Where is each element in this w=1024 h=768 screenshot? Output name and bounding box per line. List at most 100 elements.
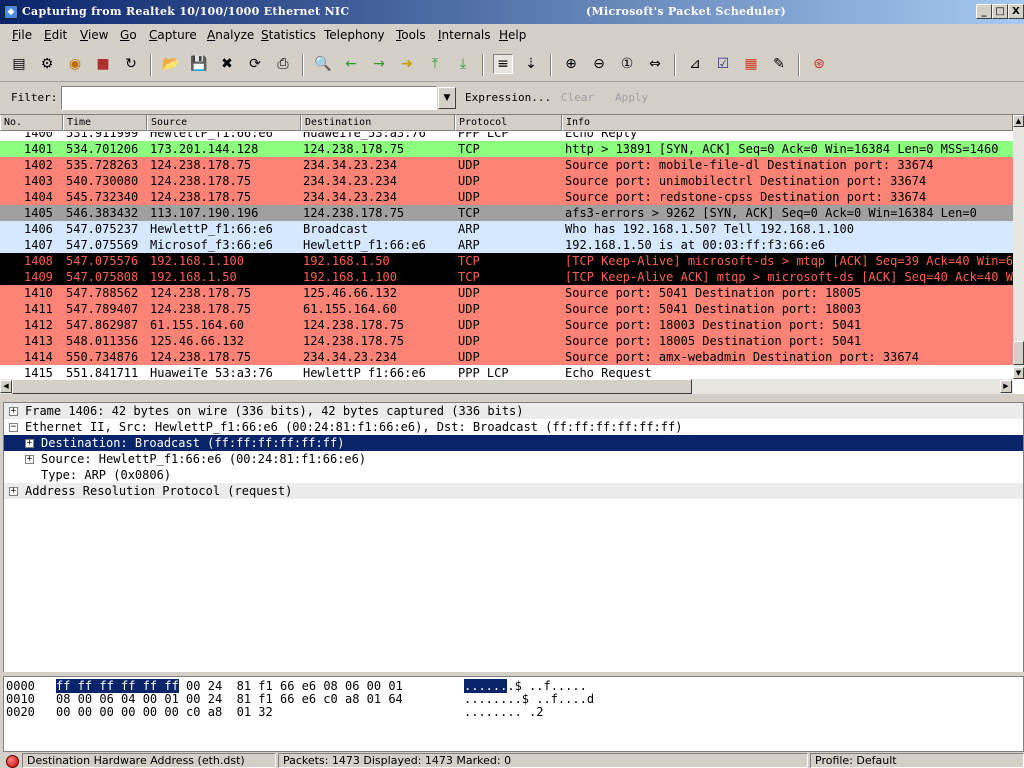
help-icon[interactable]: ⊛: [809, 54, 829, 74]
back-icon[interactable]: ←: [341, 54, 361, 74]
find-icon[interactable]: 🔍: [313, 54, 333, 74]
expert-info-led-icon[interactable]: [6, 755, 19, 768]
packet-row[interactable]: 1414 550.734876 124.238.178.75 234.34.23.23…: [0, 349, 1013, 365]
packet-row[interactable]: 1409 547.075808 192.168.1.50 192.168.1.100 T…: [0, 269, 1013, 285]
colorize-icon[interactable]: ≡: [493, 54, 513, 74]
hex-offset: 0000: [6, 679, 35, 693]
collapse-icon[interactable]: −: [9, 423, 18, 432]
title-bar[interactable]: ◆ Capturing from Realtek 10/100/1000 Eth…: [0, 0, 1024, 24]
scroll-right-arrow-icon[interactable]: ▶: [1000, 380, 1012, 393]
stop-icon[interactable]: ■: [93, 54, 113, 74]
expand-icon[interactable]: +: [25, 455, 34, 464]
close-button[interactable]: X: [1008, 4, 1024, 19]
status-profile[interactable]: Profile: Default: [810, 753, 1024, 768]
coloring-rules-icon[interactable]: ▦: [741, 54, 761, 74]
packet-row[interactable]: 1407 547.075569 Microsof_f3:66:e6 HewlettP_…: [0, 237, 1013, 253]
scroll-down-arrow-icon[interactable]: ▼: [1013, 367, 1024, 379]
packet-row[interactable]: 1408 547.075576 192.168.1.100 192.168.1.50 T…: [0, 253, 1013, 269]
packet-row[interactable]: 1401 534.701206 173.201.144.128 124.238.178…: [0, 141, 1013, 157]
packet-row[interactable]: 1413 548.011356 125.46.66.132 124.238.178.7…: [0, 333, 1013, 349]
menu-capture[interactable]: Capture: [149, 28, 197, 42]
filter-dropdown-button[interactable]: ▼: [438, 87, 456, 109]
packet-list-horizontal-scrollbar[interactable]: ◀ ▶: [0, 379, 1013, 394]
zoom-in-icon[interactable]: ⊕: [561, 54, 581, 74]
menu-go[interactable]: Go: [120, 28, 137, 42]
preferences-icon[interactable]: ✎: [769, 54, 789, 74]
packet-details-tree[interactable]: + Frame 1406: 42 bytes on wire (336 bits)…: [3, 402, 1024, 674]
hex-dump-row[interactable]: 0020 00 00 00 00 00 00 c0 a8 01 32.......…: [6, 705, 1021, 719]
expand-icon[interactable]: +: [9, 487, 18, 496]
normal-size-icon[interactable]: ①: [617, 54, 637, 74]
packet-protocol: UDP: [458, 286, 480, 300]
packet-row[interactable]: 1404 545.732340 124.238.178.75 234.34.23.23…: [0, 189, 1013, 205]
packet-row[interactable]: 1400 531.911999 HewlettP_f1:66:e6 HuaweiTe_…: [0, 132, 1013, 141]
interfaces-icon[interactable]: ▤: [9, 54, 29, 74]
reload-icon[interactable]: ⟳: [245, 54, 265, 74]
menu-analyze[interactable]: Analyze: [207, 28, 254, 42]
pane-splitter[interactable]: [0, 394, 1024, 400]
packet-row[interactable]: 1403 540.730080 124.238.178.75 234.34.23.23…: [0, 173, 1013, 189]
goto-icon[interactable]: ➜: [397, 54, 417, 74]
packet-list-vertical-scrollbar[interactable]: ▲ ▼: [1013, 115, 1024, 379]
last-packet-icon[interactable]: ⤓: [453, 54, 473, 74]
vertical-scroll-thumb[interactable]: [1013, 341, 1024, 365]
packet-row[interactable]: 1415 551.841711 HuaweiTe_53:a3:76 HewlettP_…: [0, 365, 1013, 379]
expand-icon[interactable]: +: [25, 439, 34, 448]
scroll-up-arrow-icon[interactable]: ▲: [1013, 115, 1024, 127]
print-icon[interactable]: ⎙: [273, 54, 293, 74]
minimize-button[interactable]: _: [976, 4, 992, 19]
menu-internals[interactable]: Internals: [438, 28, 491, 42]
packet-row[interactable]: 1402 535.728263 124.238.178.75 234.34.23.23…: [0, 157, 1013, 173]
maximize-button[interactable]: □: [992, 4, 1008, 19]
detail-tree-item[interactable]: Type: ARP (0x0806): [4, 467, 1023, 483]
packet-row[interactable]: 1411 547.789407 124.238.178.75 61.155.164.6…: [0, 301, 1013, 317]
save-icon[interactable]: 💾: [189, 54, 209, 74]
menu-file[interactable]: File: [12, 28, 32, 42]
packet-row[interactable]: 1406 547.075237 HewlettP_f1:66:e6 Broadcast…: [0, 221, 1013, 237]
column-header-info[interactable]: Info: [562, 115, 1013, 131]
filter-input[interactable]: [61, 86, 437, 110]
column-header-destination[interactable]: Destination: [301, 115, 455, 131]
hex-offset: 0020: [6, 705, 35, 719]
menu-tools[interactable]: Tools: [396, 28, 426, 42]
first-packet-icon[interactable]: ⤒: [425, 54, 445, 74]
detail-tree-item[interactable]: − Ethernet II, Src: HewlettP_f1:66:e6 (00…: [4, 419, 1023, 435]
apply-button[interactable]: Apply: [615, 91, 648, 104]
expand-icon[interactable]: +: [9, 407, 18, 416]
display-filters-icon[interactable]: ☑: [713, 54, 733, 74]
packet-row[interactable]: 1410 547.788562 124.238.178.75 125.46.66.13…: [0, 285, 1013, 301]
expression-button[interactable]: Expression...: [465, 91, 551, 104]
packet-bytes-pane[interactable]: 0000 ff ff ff ff ff ff 00 24 81 f1 66 e6 …: [3, 676, 1024, 752]
menu-telephony[interactable]: Telephony: [324, 28, 385, 42]
menu-help[interactable]: Help: [499, 28, 526, 42]
autoscroll-icon[interactable]: ⇣: [521, 54, 541, 74]
detail-tree-item[interactable]: + Frame 1406: 42 bytes on wire (336 bits)…: [4, 403, 1023, 419]
scroll-left-arrow-icon[interactable]: ◀: [0, 380, 12, 393]
detail-tree-item[interactable]: + Address Resolution Protocol (request): [4, 483, 1023, 499]
menu-view[interactable]: View: [80, 28, 108, 42]
options-icon[interactable]: ⚙: [37, 54, 57, 74]
detail-tree-item[interactable]: + Source: HewlettP_f1:66:e6 (00:24:81:f1:…: [4, 451, 1023, 467]
capture-filters-icon[interactable]: ⊿: [685, 54, 705, 74]
hex-dump-row[interactable]: 0010 08 00 06 04 00 01 00 24 81 f1 66 e6 …: [6, 692, 1021, 706]
column-header-source[interactable]: Source: [147, 115, 301, 131]
start-icon[interactable]: ◉: [65, 54, 85, 74]
clear-button[interactable]: Clear: [561, 91, 594, 104]
column-header-no[interactable]: No.: [0, 115, 63, 131]
close-file-icon[interactable]: ✖: [217, 54, 237, 74]
menu-edit[interactable]: Edit: [44, 28, 67, 42]
packet-row[interactable]: 1412 547.862987 61.155.164.60 124.238.178.7…: [0, 317, 1013, 333]
column-header-protocol[interactable]: Protocol: [455, 115, 562, 131]
resize-columns-icon[interactable]: ⇔: [645, 54, 665, 74]
horizontal-scroll-thumb[interactable]: [12, 379, 692, 394]
hex-dump-row[interactable]: 0000 ff ff ff ff ff ff 00 24 81 f1 66 e6 …: [6, 679, 1021, 693]
packet-row[interactable]: 1405 546.383432 113.107.190.196 124.238.178…: [0, 205, 1013, 221]
open-icon[interactable]: 📂: [161, 54, 181, 74]
menu-statistics[interactable]: Statistics: [261, 28, 316, 42]
column-header-time[interactable]: Time: [63, 115, 147, 131]
packet-list[interactable]: No. Time Source Destination Protocol Inf…: [0, 114, 1024, 394]
restart-icon[interactable]: ↻: [121, 54, 141, 74]
forward-icon[interactable]: →: [369, 54, 389, 74]
zoom-out-icon[interactable]: ⊖: [589, 54, 609, 74]
detail-tree-item[interactable]: + Destination: Broadcast (ff:ff:ff:ff:ff:…: [4, 435, 1023, 451]
